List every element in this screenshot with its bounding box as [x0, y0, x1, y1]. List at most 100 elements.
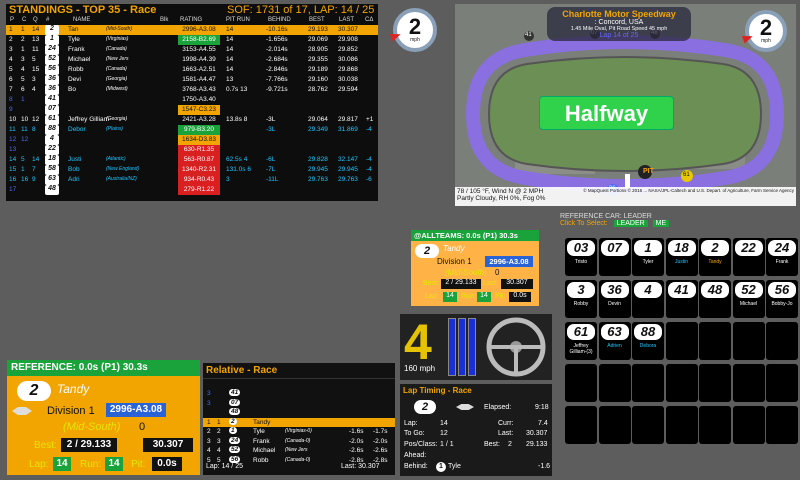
reference-car-tile[interactable]: 61 Jeffrey Gilliam-(3) [565, 322, 597, 360]
relative-row: 48 [203, 408, 395, 417]
reference-car-number: 18 [667, 240, 696, 256]
standings-row: 17 48 279-R1.22 [6, 185, 378, 195]
reference-car-driver: Frank [775, 259, 789, 265]
reference-car-tile[interactable]: 4 [632, 280, 664, 318]
relative-gap2: -2.0s [373, 437, 388, 445]
track-map[interactable]: 41 07 48 61 36 PIT Charlotte Motor Speed… [455, 4, 796, 206]
reference-car-driver: Devin [608, 301, 621, 307]
standings-class-pos: 1 [21, 26, 25, 33]
empty-car-tile[interactable] [632, 364, 664, 402]
reference-car-driver: Robby [573, 301, 589, 307]
allteams-lap: 14 [443, 292, 457, 302]
empty-car-tile[interactable] [732, 406, 765, 444]
reference-best-label: Best: [34, 440, 57, 451]
reference-car-tile[interactable]: 48 [699, 280, 731, 318]
standings-behind: -7L [266, 166, 276, 173]
empty-car-tile[interactable] [632, 406, 664, 444]
last-label: Last: [498, 430, 514, 437]
standings-row: 16 16 9 63 Adri (Australia/NZ) 934-R0.43 3 -11L 2… [6, 175, 378, 185]
allteams-region-value: 0 [495, 268, 500, 277]
leader-button[interactable]: LEADER [613, 220, 648, 227]
standings-club: (Australia/NZ) [106, 176, 137, 182]
empty-car-tile[interactable] [665, 406, 698, 444]
reference-car-tile[interactable]: 36 Devin [598, 280, 631, 318]
relative-car-number: 48 [229, 408, 241, 415]
standings-qual: 9 [32, 176, 36, 183]
standings-qual: 7 [32, 166, 36, 173]
track-info-box: Charlotte Motor Speedway : Concord, USA … [547, 7, 691, 41]
standings-row: 7 6 4 36 Bo (Midwest) 3768-A3.43 0.7s 13 -9.721s… [6, 85, 378, 95]
standings-car-number: 41 [45, 95, 59, 105]
standings-rating: 563-R0.87 [178, 155, 220, 165]
reference-car-tile[interactable]: 22 [732, 238, 765, 276]
standings-car-number: 1 [45, 35, 59, 45]
standings-pos: 7 [9, 86, 13, 93]
empty-car-tile[interactable] [665, 322, 698, 360]
empty-car-tile[interactable] [699, 364, 731, 402]
reference-car-tile[interactable]: 63 Adrien [598, 322, 631, 360]
empty-car-tile[interactable] [665, 364, 698, 402]
relative-car-number: 07 [229, 398, 241, 406]
empty-car-tile[interactable] [732, 364, 765, 402]
empty-car-tile[interactable] [565, 364, 597, 402]
reference-car-tile[interactable]: 52 Michael [732, 280, 765, 318]
reference-car-tile[interactable]: 88 Debora [632, 322, 664, 360]
standings-row: 8 1 41 1750-A3.40 [6, 95, 378, 105]
standings-rating: 2996-A3.08 [178, 25, 220, 35]
empty-car-tile[interactable] [699, 406, 731, 444]
standings-last: 30.038 [338, 76, 358, 83]
standings-pit-run: 13.8s 8 [226, 116, 248, 123]
standings-name: Frank [68, 46, 85, 53]
relative-panel: Relative - Race 3 41 3 07 48 1 1 2 Tandy 2 2 1 Tyle(… [203, 363, 395, 475]
standings-best: 29.349 [308, 126, 328, 133]
standings-club: (New Jers [106, 56, 129, 62]
reference-car-driver: Tyler [642, 259, 654, 265]
behind-name: Tyle [448, 463, 461, 470]
empty-car-tile[interactable] [766, 364, 798, 402]
reference-car-tile[interactable]: 3 Robby [565, 280, 597, 318]
gauge-left-value: 2 [408, 14, 422, 39]
standings-rating: 934-R0.43 [178, 175, 220, 185]
me-button[interactable]: ME [652, 220, 670, 227]
standings-name: Tyle [68, 36, 80, 43]
allteams-run: 14 [477, 292, 491, 302]
togo-value: 12 [440, 430, 448, 437]
best-label: Best: [484, 441, 500, 448]
reference-car-tile[interactable]: 41 [665, 280, 698, 318]
reference-car-tile[interactable]: 24 Frank [766, 238, 798, 276]
allteams-car-number: 2 [415, 244, 439, 258]
allteams-pit: 0.0s [509, 292, 531, 302]
standings-pos: 12 [9, 136, 17, 143]
empty-car-tile[interactable] [766, 322, 798, 360]
lap-value: 14 [440, 420, 448, 427]
empty-car-tile[interactable] [766, 406, 798, 444]
reference-car-tile[interactable]: 56 Bobby-Jo [766, 280, 798, 318]
standings-last: 29.908 [338, 36, 358, 43]
empty-car-tile[interactable] [699, 322, 731, 360]
map-copyright: © MapQuest Portions © 2016 ... NASA/JPL-… [583, 188, 794, 193]
curr-label: Curr: [498, 420, 514, 427]
standings-qual: 11 [32, 46, 39, 53]
reference-car-tile[interactable]: 18 Justin [665, 238, 698, 276]
lap-timing-car-number: 2 [414, 400, 436, 414]
empty-car-tile[interactable] [732, 322, 765, 360]
throttle-bar [448, 318, 456, 376]
reference-header: REFERENCE: 0.0s (P1) 30.3s [7, 360, 200, 376]
empty-car-tile[interactable] [565, 406, 597, 444]
reference-car-driver: Jeffrey Gilliam-(3) [569, 343, 593, 355]
standings-car-number: 4 [45, 135, 59, 145]
standings-pit-run: 131.0s 6 [226, 166, 251, 173]
reference-car-driver: Bobby-Jo [771, 301, 793, 307]
standings-row: 3 1 11 24 Frank (Canada) 3153-A4.55 14 -2.014s 28… [6, 45, 378, 55]
reference-car-number: 2 [701, 240, 729, 256]
reference-car-tile[interactable]: 03 Tristo [565, 238, 597, 276]
standings-pos: 4 [9, 56, 13, 63]
reference-car-tile[interactable]: 07 [598, 238, 631, 276]
empty-car-tile[interactable] [598, 364, 631, 402]
reference-car-tile[interactable]: 2 Tandy [699, 238, 731, 276]
relative-club: (Canada-0) [285, 456, 311, 463]
reference-car-tile[interactable]: 1 Tyler [632, 238, 664, 276]
reference-car-number: 4 [634, 282, 662, 298]
reference-car-number: 63 [600, 324, 629, 340]
empty-car-tile[interactable] [598, 406, 631, 444]
